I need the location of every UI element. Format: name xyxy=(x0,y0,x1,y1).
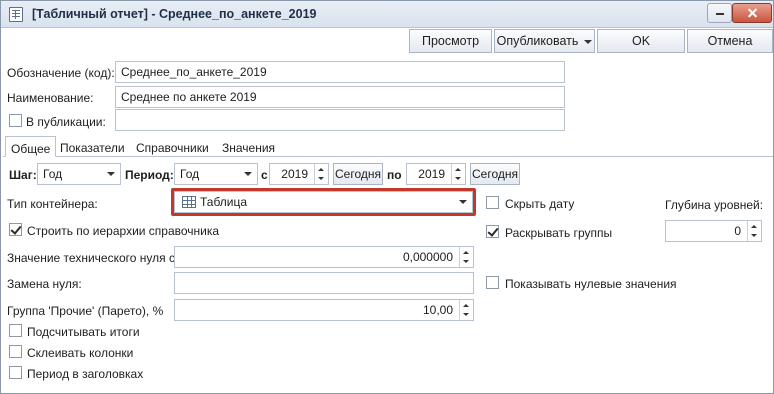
from-label: с xyxy=(261,168,268,182)
spin-down-icon[interactable] xyxy=(455,177,461,180)
preview-label: Просмотр xyxy=(421,34,480,48)
spin-up-icon[interactable] xyxy=(463,251,469,254)
tab-dictionaries[interactable]: Справочники xyxy=(131,139,214,157)
step-label: Шаг: xyxy=(9,168,37,182)
tech-zero-value: 0,000000 xyxy=(402,250,453,264)
to-today-label: Сегодня xyxy=(472,167,518,181)
code-label: Обозначение (код): xyxy=(7,66,115,80)
chevron-down-icon xyxy=(107,172,115,176)
cancel-button[interactable]: Отмена xyxy=(687,29,773,53)
hierarchy-label: Строить по иерархии справочника xyxy=(27,224,220,238)
publication-checkbox[interactable] xyxy=(9,114,22,127)
step-value: Год xyxy=(43,167,63,181)
replace-zero-label: Замена нуля: xyxy=(7,277,82,291)
table-report-icon xyxy=(9,7,23,22)
expand-groups-label: Раскрывать группы xyxy=(505,226,613,240)
container-type-label: Тип контейнера: xyxy=(7,197,98,211)
spin-down-icon[interactable] xyxy=(318,177,324,180)
from-year-stepper[interactable]: 2019 xyxy=(269,163,329,185)
container-type-highlight xyxy=(171,188,476,216)
merge-columns-label: Склеивать колонки xyxy=(27,346,134,360)
period-value: Год xyxy=(180,167,200,181)
other-group-label: Группа 'Прочие' (Парето), % xyxy=(7,304,164,318)
preview-button[interactable]: Просмотр xyxy=(409,29,492,53)
hide-date-label: Скрыть дату xyxy=(505,197,575,211)
to-year-stepper[interactable]: 2019 xyxy=(406,163,466,185)
depth-label: Глубина уровней: xyxy=(665,198,764,212)
spin-down-icon[interactable] xyxy=(463,313,469,316)
spin-up-icon[interactable] xyxy=(318,168,324,171)
chevron-down-icon xyxy=(244,172,252,176)
name-field[interactable]: Среднее по анкете 2019 xyxy=(115,86,565,108)
close-button[interactable] xyxy=(732,3,772,23)
from-year-value: 2019 xyxy=(281,167,308,181)
chevron-down-icon xyxy=(584,39,593,44)
ok-button[interactable]: OK xyxy=(597,29,685,53)
from-today-label: Сегодня xyxy=(335,167,381,181)
tab-indicators[interactable]: Показатели xyxy=(55,139,130,157)
spin-buttons[interactable] xyxy=(747,221,761,241)
show-zero-checkbox[interactable] xyxy=(486,276,499,289)
hide-date-checkbox[interactable] xyxy=(486,196,499,209)
merge-columns-checkbox[interactable] xyxy=(9,345,22,358)
to-label: по xyxy=(387,168,402,182)
spin-buttons[interactable] xyxy=(314,164,328,184)
spin-down-icon[interactable] xyxy=(463,260,469,263)
tech-zero-label: Значение технического нуля с xyxy=(7,251,175,265)
dialog-window: [Табличный отчет] - Среднее_по_анкете_20… xyxy=(0,0,774,394)
to-today-button[interactable]: Сегодня xyxy=(470,163,520,185)
depth-stepper[interactable]: 0 xyxy=(665,220,762,242)
period-headers-checkbox[interactable] xyxy=(9,366,22,379)
expand-groups-checkbox[interactable] xyxy=(486,225,499,238)
title-bar[interactable]: [Табличный отчет] - Среднее_по_анкете_20… xyxy=(1,1,773,28)
other-group-stepper[interactable]: 10,00 xyxy=(174,299,474,321)
publish-button[interactable]: Опубликовать xyxy=(494,29,595,53)
window-title: [Табличный отчет] - Среднее_по_анкете_20… xyxy=(32,7,317,21)
tab-values[interactable]: Значения xyxy=(217,139,280,157)
spin-up-icon[interactable] xyxy=(751,225,757,228)
spin-up-icon[interactable] xyxy=(455,168,461,171)
tab-general[interactable]: Общее xyxy=(5,136,57,157)
spin-up-icon[interactable] xyxy=(463,304,469,307)
spin-buttons[interactable] xyxy=(459,300,473,320)
period-select[interactable]: Год xyxy=(174,163,258,185)
spin-buttons[interactable] xyxy=(451,164,465,184)
cancel-label: Отмена xyxy=(707,34,753,48)
spin-buttons[interactable] xyxy=(459,247,473,267)
publication-field[interactable] xyxy=(115,109,565,131)
spin-down-icon[interactable] xyxy=(751,234,757,237)
from-today-button[interactable]: Сегодня xyxy=(333,163,383,185)
hierarchy-checkbox[interactable] xyxy=(9,223,22,236)
to-year-value: 2019 xyxy=(418,167,445,181)
code-field[interactable]: Среднее_по_анкете_2019 xyxy=(115,61,565,83)
publish-label: Опубликовать xyxy=(496,34,579,48)
depth-value: 0 xyxy=(734,224,741,238)
other-group-value: 10,00 xyxy=(422,303,453,317)
period-headers-label: Период в заголовках xyxy=(27,367,144,381)
show-zero-label: Показывать нулевые значения xyxy=(505,277,677,291)
period-label: Период: xyxy=(125,168,174,182)
minimize-button[interactable] xyxy=(707,3,732,23)
totals-label: Подсчитывать итоги xyxy=(27,325,140,339)
tech-zero-stepper[interactable]: 0,000000 xyxy=(174,246,474,268)
publication-label: В публикации: xyxy=(26,115,106,129)
ok-label: OK xyxy=(631,34,651,48)
replace-zero-field[interactable] xyxy=(174,272,474,294)
name-label: Наименование: xyxy=(7,91,94,105)
totals-checkbox[interactable] xyxy=(9,324,22,337)
step-select[interactable]: Год xyxy=(37,163,121,185)
